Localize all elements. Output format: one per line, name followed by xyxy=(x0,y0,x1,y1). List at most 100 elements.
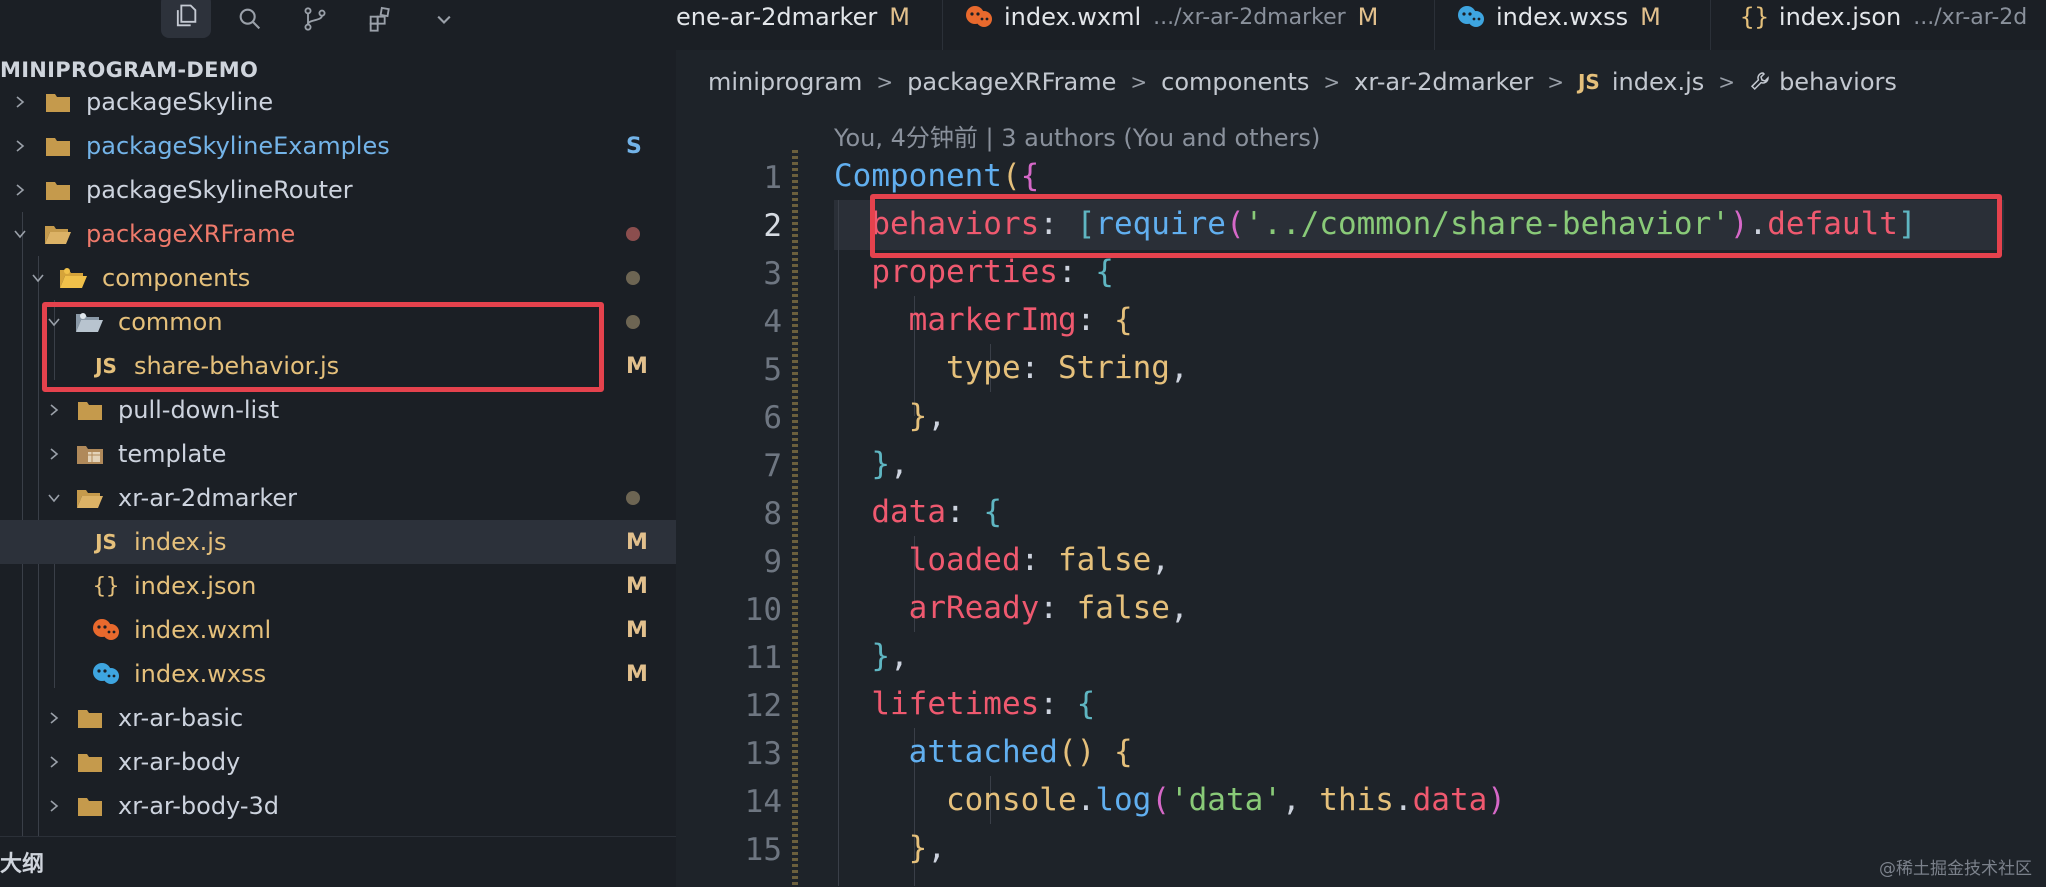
breadcrumb-item[interactable]: xr-ar-2dmarker xyxy=(1354,68,1533,96)
chevron-down-icon[interactable] xyxy=(420,0,468,38)
modified-badge: M xyxy=(1357,3,1379,31)
code-token: false xyxy=(1057,542,1152,578)
line-number: 2 xyxy=(763,208,782,244)
tree-item-packageskyline[interactable]: packageSkyline xyxy=(0,80,676,124)
git-status-dot xyxy=(626,315,640,329)
code-token: lifetimes xyxy=(871,686,1040,722)
tree-item-packageskylineexamples[interactable]: packageSkylineExamples S xyxy=(0,124,676,168)
source-control-icon[interactable] xyxy=(291,0,339,38)
git-status-badge: M xyxy=(626,353,648,379)
tree-item-label: index.json xyxy=(134,572,257,600)
breadcrumb-item[interactable]: index.js xyxy=(1612,68,1704,96)
tree-item-xr-ar-2dmarker[interactable]: xr-ar-2dmarker xyxy=(0,476,676,520)
breadcrumb-item[interactable]: miniprogram xyxy=(708,68,862,96)
git-status-badge: M xyxy=(626,661,648,687)
components-folder-icon xyxy=(58,264,90,292)
chevron-right-icon xyxy=(10,136,30,156)
code-line: }, xyxy=(871,638,909,674)
tree-item-packagexrframe[interactable]: packageXRFrame xyxy=(0,212,676,256)
chevron-right-icon: > xyxy=(1547,70,1564,94)
chevron-right-icon: > xyxy=(1130,70,1148,94)
git-status-badge: M xyxy=(626,529,648,555)
chevron-right-icon xyxy=(44,708,64,728)
tab-ar-2dmarker[interactable]: ene-ar-2dmarker M xyxy=(676,0,910,34)
code-token: String xyxy=(1057,350,1170,386)
tree-item-xr-ar-basic[interactable]: xr-ar-basic xyxy=(0,696,676,740)
chevron-right-icon xyxy=(44,400,64,420)
tab-index-wxss[interactable]: index.wxss M xyxy=(1456,0,1661,34)
line-number: 15 xyxy=(744,832,782,868)
line-number: 10 xyxy=(744,592,782,628)
line-number: 1 xyxy=(763,160,782,196)
tree-item-index-js[interactable]: JS index.js M xyxy=(0,520,676,564)
chevron-down-icon xyxy=(10,224,30,244)
tree-item-label: packageXRFrame xyxy=(86,220,296,248)
codelens-blame[interactable]: You, 4分钟前 | 3 authors (You and others) xyxy=(834,118,1320,153)
code-line: properties: { xyxy=(871,254,1114,290)
code-token: console xyxy=(945,782,1077,818)
tab-index-wxml[interactable]: index.wxml .../xr-ar-2dmarker M xyxy=(964,0,1378,34)
tree-item-packageskylinerouter[interactable]: packageSkylineRouter xyxy=(0,168,676,212)
json-icon: {} xyxy=(1740,3,1769,31)
chevron-down-icon xyxy=(28,268,48,288)
tree-item-index-wxss[interactable]: index.wxss M xyxy=(0,652,676,696)
tree-item-template[interactable]: template xyxy=(0,432,676,476)
tree-item-label: pull-down-list xyxy=(118,396,280,424)
tab-description: .../xr-ar-2d xyxy=(1913,4,2028,30)
template-folder-icon xyxy=(74,440,106,468)
outline-section-header[interactable]: 大纲 xyxy=(0,836,676,887)
tree-item-label: index.wxss xyxy=(134,660,267,688)
code-token: properties xyxy=(871,254,1058,290)
chevron-right-icon xyxy=(10,180,30,200)
tree-item-label: components xyxy=(102,264,251,292)
line-number: 5 xyxy=(763,352,782,388)
tab-label: ene-ar-2dmarker xyxy=(676,3,878,31)
wxss-icon xyxy=(1456,4,1486,30)
git-status-dot xyxy=(626,491,640,505)
folder-icon xyxy=(74,792,106,820)
modified-badge: M xyxy=(889,3,910,31)
tree-item-label: xr-ar-body xyxy=(118,748,241,776)
git-status-dot xyxy=(626,227,640,241)
tab-divider xyxy=(942,0,943,50)
code-line: markerImg: { xyxy=(908,302,1133,338)
breadcrumb-item[interactable]: components xyxy=(1161,68,1309,96)
breadcrumb: miniprogram > packageXRFrame > component… xyxy=(708,62,1897,102)
code-token: type xyxy=(945,350,1021,386)
git-change-gutter xyxy=(792,150,798,886)
search-icon[interactable] xyxy=(226,0,274,38)
extensions-icon[interactable] xyxy=(356,0,404,38)
code-token: data xyxy=(1412,782,1488,818)
breadcrumb-item[interactable]: behaviors xyxy=(1779,68,1897,96)
line-number: 11 xyxy=(744,640,782,676)
tab-label: index.json xyxy=(1778,3,1902,31)
tree-item-components[interactable]: components xyxy=(0,256,676,300)
tree-item-pull-down-list[interactable]: pull-down-list xyxy=(0,388,676,432)
folder-open-icon xyxy=(42,220,74,248)
tree-item-xr-ar-body-3d[interactable]: xr-ar-body-3d xyxy=(0,784,676,828)
tree-item-label: index.wxml xyxy=(134,616,272,644)
git-status-badge: M xyxy=(626,573,648,599)
wrench-icon xyxy=(1749,70,1773,94)
code-token: markerImg xyxy=(908,302,1077,338)
chevron-right-icon xyxy=(10,92,30,112)
folder-icon xyxy=(42,176,74,204)
line-number: 12 xyxy=(744,688,782,724)
chevron-down-icon xyxy=(44,488,64,508)
code-token: log xyxy=(1095,782,1152,818)
outline-label: 大纲 xyxy=(0,852,45,877)
breadcrumb-item[interactable]: packageXRFrame xyxy=(907,68,1116,96)
tab-index-json[interactable]: {} index.json .../xr-ar-2d xyxy=(1740,0,2027,34)
tree-item-index-json[interactable]: {} index.json M xyxy=(0,564,676,608)
tree-item-label: xr-ar-body-3d xyxy=(118,792,279,820)
folder-icon xyxy=(42,132,74,160)
tree-item-label: xr-ar-2dmarker xyxy=(118,484,298,512)
git-status-dot xyxy=(626,271,640,285)
tree-item-index-wxml[interactable]: index.wxml M xyxy=(0,608,676,652)
explorer-icon[interactable] xyxy=(161,0,211,38)
line-number: 9 xyxy=(763,544,782,580)
tree-item-xr-ar-body[interactable]: xr-ar-body xyxy=(0,740,676,784)
modified-badge: M xyxy=(1640,3,1661,31)
line-number: 8 xyxy=(763,496,782,532)
code-line: }, xyxy=(871,446,909,482)
